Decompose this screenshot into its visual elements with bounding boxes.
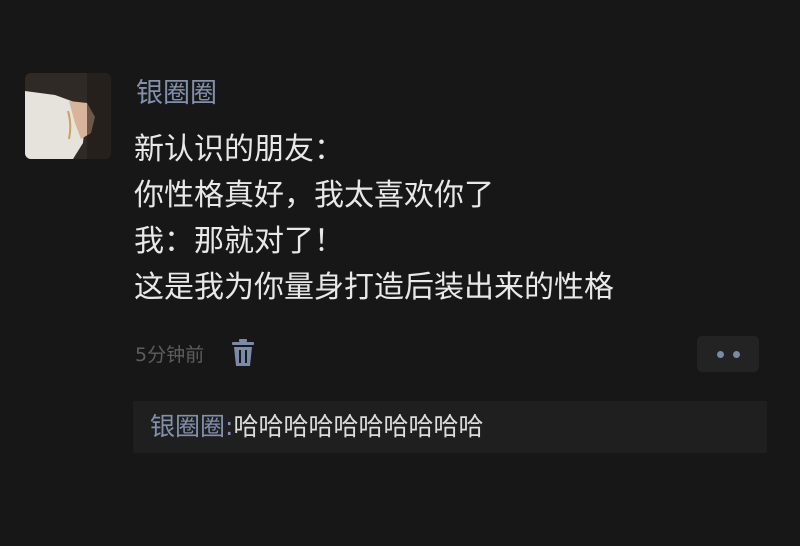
more-dots-icon — [732, 350, 740, 358]
post-author-name[interactable]: 银圈圈 — [136, 74, 217, 114]
comment-text: 哈哈哈哈哈哈哈哈哈哈 — [233, 412, 484, 441]
post-content-line: 新认识的朋友： — [134, 132, 344, 167]
post-content-line: 这是我为你量身打造后装出来的性格 — [134, 270, 614, 305]
post-content-line: 你性格真好，我太喜欢你了 — [134, 178, 494, 213]
trash-icon[interactable] — [230, 338, 256, 368]
post-timestamp: 5分钟前 — [135, 343, 205, 366]
comments-section: 银圈圈:哈哈哈哈哈哈哈哈哈哈 — [133, 401, 767, 453]
moments-post: 银圈圈 新认识的朋友： 你性格真好，我太喜欢你了 我：那就对了！ 这是我为你量身… — [0, 0, 800, 546]
comment-item[interactable]: 银圈圈:哈哈哈哈哈哈哈哈哈哈 — [150, 408, 483, 446]
comment-author[interactable]: 银圈圈 — [150, 412, 225, 441]
post-content-line: 我：那就对了！ — [134, 224, 344, 259]
more-options-button[interactable] — [697, 336, 759, 372]
avatar[interactable] — [25, 73, 111, 159]
avatar-photo — [25, 73, 111, 159]
post-content: 新认识的朋友： 你性格真好，我太喜欢你了 我：那就对了！ 这是我为你量身打造后装… — [134, 127, 774, 311]
post-meta: 5分钟前 — [135, 336, 256, 370]
more-dots-icon — [716, 350, 724, 358]
